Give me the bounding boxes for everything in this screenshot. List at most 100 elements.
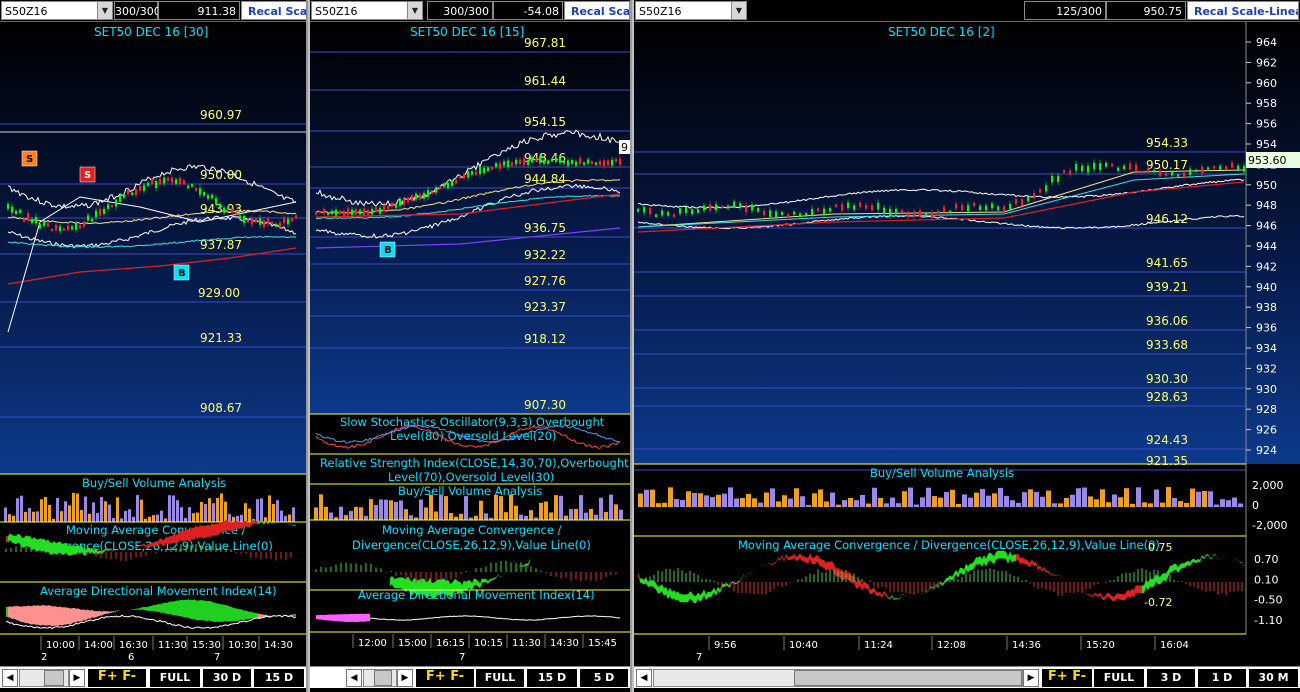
adx-band	[346, 614, 348, 622]
macd-band	[740, 577, 742, 582]
15d-button[interactable]: 15 D	[254, 669, 304, 687]
macd-band	[884, 590, 886, 597]
adx-band	[176, 600, 178, 616]
scroll-right-icon[interactable]: ▶	[69, 669, 85, 687]
macd-band	[966, 563, 968, 573]
adx-band	[106, 611, 108, 614]
recal-scale-button[interactable]: Recal Scale	[241, 1, 307, 20]
volume-bar	[399, 500, 403, 520]
scroll-right-icon[interactable]: ▶	[1023, 669, 1039, 687]
5d-button[interactable]: 5 D	[580, 669, 628, 687]
symbol-select[interactable]: S50Z16 ▼	[635, 1, 747, 20]
volume-bar	[1214, 504, 1219, 507]
horizontal-scrollbar[interactable]	[363, 669, 397, 687]
scroll-right-icon[interactable]: ▶	[397, 669, 413, 687]
full-button[interactable]: FULL	[476, 669, 524, 687]
chart-area[interactable]: SET50 DEC 16 [15] 967.81 961.44 954.15 948.4…	[310, 22, 630, 654]
current-price-value: 953.60	[1248, 154, 1287, 167]
volume-bar	[394, 501, 398, 520]
price-chart-svg[interactable]: SET50 DEC 16 [30]960.97950.00943.93937.8…	[0, 22, 306, 654]
scroll-thumb[interactable]	[44, 670, 64, 686]
price-chart-svg[interactable]: SET50 DEC 16 [2] 954.33 950.17 946.12 941.65…	[634, 22, 1300, 654]
volume-bar	[60, 511, 63, 522]
macd-band	[236, 521, 238, 529]
full-button[interactable]: FULL	[150, 669, 200, 687]
volume-bar	[1226, 500, 1231, 507]
scroll-left-icon[interactable]: ◀	[346, 669, 362, 687]
scroll-left-icon[interactable]: ◀	[636, 669, 652, 687]
zoom-in-button[interactable]: F+	[426, 669, 446, 684]
adx-band	[24, 605, 26, 624]
chart-background	[310, 22, 630, 414]
volume-bar	[1208, 491, 1213, 507]
scroll-thumb[interactable]	[794, 670, 1022, 686]
adx-band	[84, 609, 86, 621]
macd-band	[240, 521, 242, 529]
zoom-out-button[interactable]: F-	[1072, 669, 1086, 684]
pane-header: S50Z16 ▼ 300/300 -54.08 Recal Scale	[310, 0, 630, 22]
zoom-in-button[interactable]: F+	[98, 669, 118, 684]
scroll-thumb[interactable]	[374, 670, 392, 686]
volume-bar	[92, 502, 95, 522]
macd-band	[656, 583, 658, 594]
adx-band	[162, 602, 164, 614]
scroll-left-icon[interactable]: ◀	[2, 669, 18, 687]
15d-button[interactable]: 15 D	[527, 669, 577, 687]
chevron-down-icon[interactable]: ▼	[97, 2, 112, 19]
volume-bar	[1238, 503, 1243, 507]
macd-band	[1036, 561, 1038, 571]
adx-band	[170, 601, 172, 615]
adx-band	[74, 608, 76, 623]
horizontal-scrollbar[interactable]	[653, 669, 1023, 687]
macd-band	[288, 523, 290, 525]
volume-bar	[752, 498, 757, 507]
30d-button[interactable]: 30 D	[203, 669, 251, 687]
30m-button[interactable]: 30 M	[1249, 669, 1298, 687]
chart-area[interactable]: SET50 DEC 16 [2] 954.33 950.17 946.12 941.65…	[634, 22, 1300, 654]
adx-band	[240, 609, 242, 620]
macd-band	[992, 554, 994, 565]
volume-bar	[160, 510, 163, 522]
1d-button[interactable]: 1 D	[1198, 669, 1246, 687]
full-button[interactable]: FULL	[1094, 669, 1144, 687]
volume-bar	[764, 492, 769, 507]
macd-value-label: 0.75	[1148, 541, 1173, 554]
recal-scale-button[interactable]: Recal Scale	[564, 1, 630, 20]
macd-band	[1050, 573, 1052, 576]
price-chart-svg[interactable]: SET50 DEC 16 [15]967.81961.44954.15948.4…	[310, 22, 630, 654]
volume-bar	[1232, 497, 1237, 507]
macd-band	[1214, 553, 1216, 556]
volume-bar	[1052, 503, 1057, 507]
adx-band	[90, 609, 92, 619]
3d-button[interactable]: 3 D	[1147, 669, 1195, 687]
symbol-select[interactable]: S50Z16 ▼	[1, 1, 113, 20]
macd-band	[14, 535, 16, 545]
volume-bar	[902, 491, 907, 507]
chart-area[interactable]: SET50 DEC 16 [30] 960.97 950.00 943.93 937.8…	[0, 22, 306, 654]
volume-bar	[896, 503, 901, 507]
macd-band	[482, 578, 484, 583]
macd-band	[792, 553, 794, 560]
zoom-in-button[interactable]: F+	[1048, 669, 1068, 684]
adx-band	[116, 610, 118, 612]
macd-band	[1106, 592, 1108, 599]
macd-band	[878, 591, 880, 596]
adx-band	[368, 613, 370, 622]
macd-band	[770, 563, 772, 565]
macd-band	[1102, 595, 1104, 601]
horizontal-scrollbar[interactable]	[19, 669, 69, 687]
zoom-out-button[interactable]: F-	[122, 669, 136, 684]
time-label: 12:00	[358, 638, 387, 649]
recal-scale-button[interactable]: Recal Scale-Linear	[1187, 1, 1299, 20]
zoom-out-button[interactable]: F-	[450, 669, 464, 684]
macd-band	[72, 545, 74, 555]
macd-band	[968, 563, 970, 573]
macd-band	[654, 580, 656, 590]
macd-band	[812, 557, 814, 565]
adx-band	[150, 605, 152, 611]
chevron-down-icon[interactable]: ▼	[731, 2, 746, 19]
chevron-down-icon[interactable]: ▼	[407, 2, 422, 19]
symbol-select[interactable]: S50Z16 ▼	[311, 1, 423, 20]
adx-band	[236, 608, 238, 622]
adx-band	[42, 605, 44, 626]
